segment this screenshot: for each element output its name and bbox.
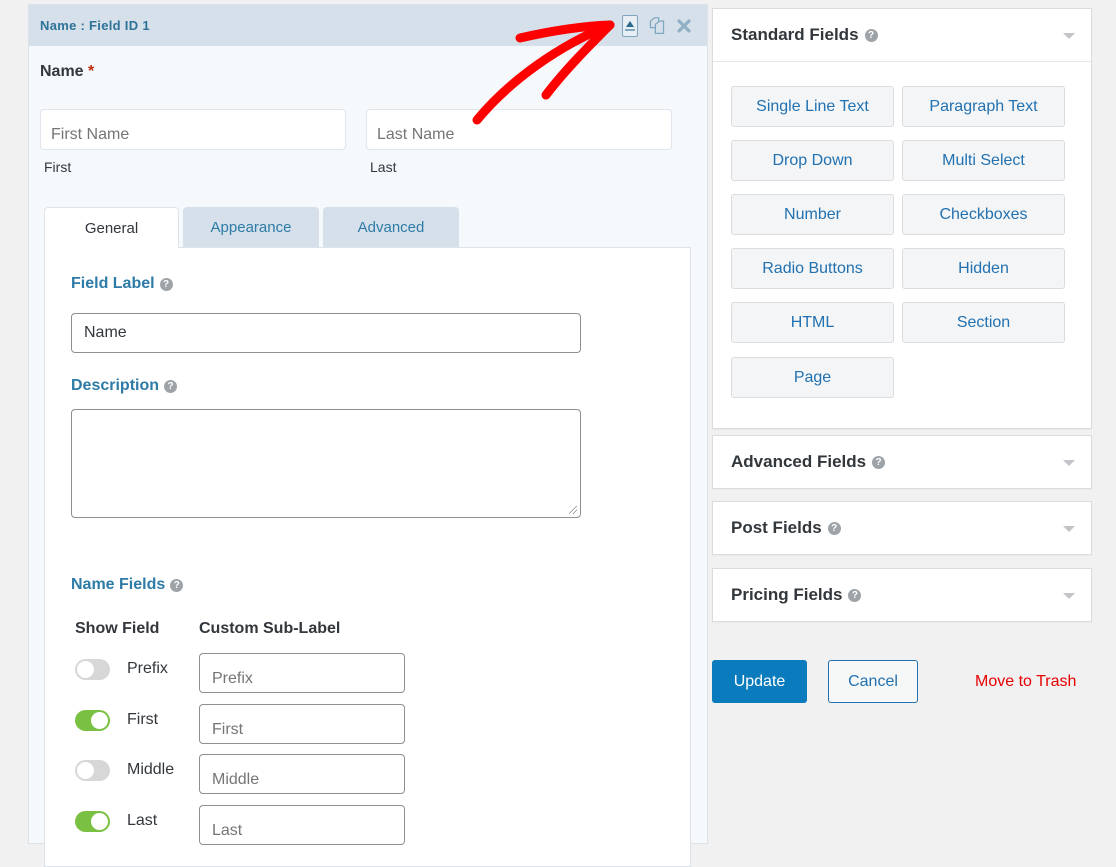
- preview-first-name-input[interactable]: [40, 109, 346, 150]
- last-toggle[interactable]: [75, 811, 110, 832]
- chevron-down-icon: [1063, 33, 1075, 39]
- pricing-fields-title: Pricing Fields: [731, 585, 843, 604]
- name-field-row-middle: Middle: [75, 754, 415, 794]
- standard-fields-box: Standard Fields ? Single Line Text Parag…: [712, 8, 1092, 429]
- add-section-button[interactable]: Section: [902, 302, 1065, 343]
- add-single-line-text-button[interactable]: Single Line Text: [731, 86, 894, 127]
- move-to-trash-link[interactable]: Move to Trash: [975, 673, 1076, 691]
- add-multi-select-button[interactable]: Multi Select: [902, 140, 1065, 181]
- resize-handle-icon[interactable]: [569, 506, 577, 514]
- name-field-row-prefix: Prefix: [75, 653, 415, 693]
- help-icon[interactable]: ?: [848, 588, 862, 602]
- tab-advanced[interactable]: Advanced: [323, 207, 459, 247]
- middle-sublabel-input[interactable]: [199, 754, 405, 794]
- cancel-button[interactable]: Cancel: [828, 660, 918, 703]
- chevron-down-icon: [1063, 593, 1075, 599]
- description-textarea[interactable]: [71, 409, 581, 518]
- description-heading: Description ?: [71, 377, 178, 395]
- collapse-icon: [622, 15, 638, 37]
- advanced-fields-header[interactable]: Advanced Fields ?: [713, 436, 1091, 488]
- middle-toggle[interactable]: [75, 760, 110, 781]
- delete-field-button[interactable]: [675, 15, 693, 37]
- help-icon[interactable]: ?: [159, 277, 173, 291]
- preview-field-label: Name *: [40, 63, 94, 81]
- name-field-label: First: [127, 711, 159, 728]
- add-paragraph-text-button[interactable]: Paragraph Text: [902, 86, 1065, 127]
- collapse-button[interactable]: [621, 15, 639, 37]
- add-number-button[interactable]: Number: [731, 194, 894, 235]
- first-toggle[interactable]: [75, 710, 110, 731]
- help-icon[interactable]: ?: [164, 379, 178, 393]
- name-fields-title: Name Fields: [71, 576, 166, 593]
- help-icon[interactable]: ?: [864, 28, 878, 42]
- close-icon: [677, 19, 691, 33]
- duplicate-button[interactable]: [648, 15, 666, 37]
- field-label-input[interactable]: [71, 313, 581, 353]
- description-title: Description: [71, 377, 160, 394]
- custom-sublabel-column-header: Custom Sub-Label: [199, 620, 341, 637]
- add-page-button[interactable]: Page: [731, 357, 894, 398]
- name-field-label: Last: [127, 812, 158, 829]
- required-marker: *: [88, 63, 95, 80]
- tab-appearance[interactable]: Appearance: [183, 207, 319, 247]
- chevron-down-icon: [1063, 460, 1075, 466]
- preview-last-name-input[interactable]: [366, 109, 672, 150]
- prefix-toggle[interactable]: [75, 659, 110, 680]
- post-fields-box: Post Fields ?: [712, 501, 1092, 555]
- pricing-fields-header[interactable]: Pricing Fields ?: [713, 569, 1091, 621]
- update-button[interactable]: Update: [712, 660, 807, 703]
- field-editor-header: Name : Field ID 1: [29, 5, 707, 46]
- post-fields-header[interactable]: Post Fields ?: [713, 502, 1091, 554]
- post-fields-title: Post Fields: [731, 518, 822, 537]
- help-icon[interactable]: ?: [827, 521, 841, 535]
- standard-fields-buttons: Single Line Text Paragraph Text Drop Dow…: [713, 61, 1091, 428]
- last-sublabel-input[interactable]: [199, 805, 405, 845]
- settings-tabs: General Appearance Advanced: [44, 207, 459, 248]
- add-hidden-button[interactable]: Hidden: [902, 248, 1065, 289]
- preview-first-sublabel: First: [44, 159, 72, 175]
- field-label-title: Field Label: [71, 275, 155, 292]
- chevron-down-icon: [1063, 526, 1075, 532]
- name-field-row-first: First: [75, 704, 415, 744]
- preview-label-text: Name: [40, 63, 84, 80]
- add-html-button[interactable]: HTML: [731, 302, 894, 343]
- standard-fields-title: Standard Fields: [731, 25, 859, 44]
- first-sublabel-input[interactable]: [199, 704, 405, 744]
- add-drop-down-button[interactable]: Drop Down: [731, 140, 894, 181]
- help-icon[interactable]: ?: [872, 455, 886, 469]
- add-checkboxes-button[interactable]: Checkboxes: [902, 194, 1065, 235]
- add-radio-buttons-button[interactable]: Radio Buttons: [731, 248, 894, 289]
- name-field-label: Middle: [127, 761, 175, 778]
- field-label-heading: Field Label ?: [71, 275, 173, 293]
- name-field-row-last: Last: [75, 805, 415, 845]
- advanced-fields-box: Advanced Fields ?: [712, 435, 1092, 489]
- prefix-sublabel-input[interactable]: [199, 653, 405, 693]
- preview-last-sublabel: Last: [370, 159, 397, 175]
- show-field-column-header: Show Field: [75, 620, 160, 637]
- duplicate-icon: [649, 17, 665, 34]
- name-fields-heading: Name Fields ?: [71, 576, 184, 594]
- tab-general[interactable]: General: [44, 207, 179, 248]
- general-tab-panel: Field Label ? Description ? Name Fields …: [44, 247, 691, 867]
- name-field-label: Prefix: [127, 660, 168, 677]
- standard-fields-header[interactable]: Standard Fields ?: [713, 9, 1091, 61]
- field-editor-panel: Name : Field ID 1 Name * First Last: [28, 4, 708, 867]
- pricing-fields-box: Pricing Fields ?: [712, 568, 1092, 622]
- advanced-fields-title: Advanced Fields: [731, 452, 867, 471]
- field-editor-title: Name : Field ID 1: [40, 18, 150, 33]
- help-icon[interactable]: ?: [170, 578, 184, 592]
- field-actions: [621, 15, 693, 37]
